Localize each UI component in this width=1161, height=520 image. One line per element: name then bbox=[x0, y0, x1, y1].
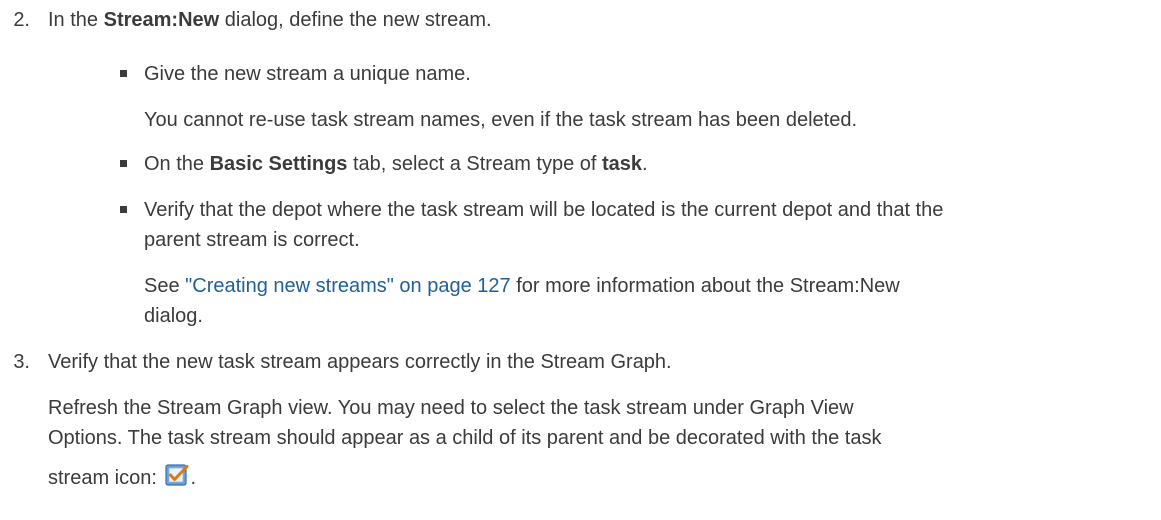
refresh-para-line1: Refresh the Stream Graph view. You may n… bbox=[48, 397, 854, 419]
stream-new-bold: Stream:New bbox=[103, 9, 220, 31]
bullet-unique-name: Give the new stream a unique name. bbox=[144, 63, 471, 85]
task-stream-icon bbox=[164, 462, 190, 488]
task-bold: task bbox=[602, 153, 643, 175]
bullet-marker bbox=[120, 206, 127, 213]
step-2-text: In the Stream:New dialog, define the new… bbox=[48, 9, 492, 31]
step-3-number: 3. bbox=[13, 351, 30, 373]
see-reference: See "Creating new streams" on page 127 f… bbox=[144, 275, 900, 297]
refresh-para-line2: Options. The task stream should appear a… bbox=[48, 427, 882, 449]
basic-settings-bold: Basic Settings bbox=[209, 153, 348, 175]
bullet-marker bbox=[120, 70, 127, 77]
refresh-para-line3: stream icon: . bbox=[48, 462, 196, 490]
bullet-marker bbox=[120, 160, 127, 167]
creating-new-streams-link[interactable]: "Creating new streams" on page 127 bbox=[185, 275, 511, 297]
bullet-basic-settings: On the Basic Settings tab, select a Stre… bbox=[144, 153, 648, 175]
note-reuse: You cannot re-use task stream names, eve… bbox=[144, 109, 857, 131]
step-3-text: Verify that the new task stream appears … bbox=[48, 351, 672, 373]
see-reference-line2: dialog. bbox=[144, 305, 203, 327]
bullet-verify-depot-line2: parent stream is correct. bbox=[144, 229, 360, 251]
step-2-number: 2. bbox=[13, 9, 30, 31]
bullet-verify-depot-line1: Verify that the depot where the task str… bbox=[144, 199, 944, 221]
